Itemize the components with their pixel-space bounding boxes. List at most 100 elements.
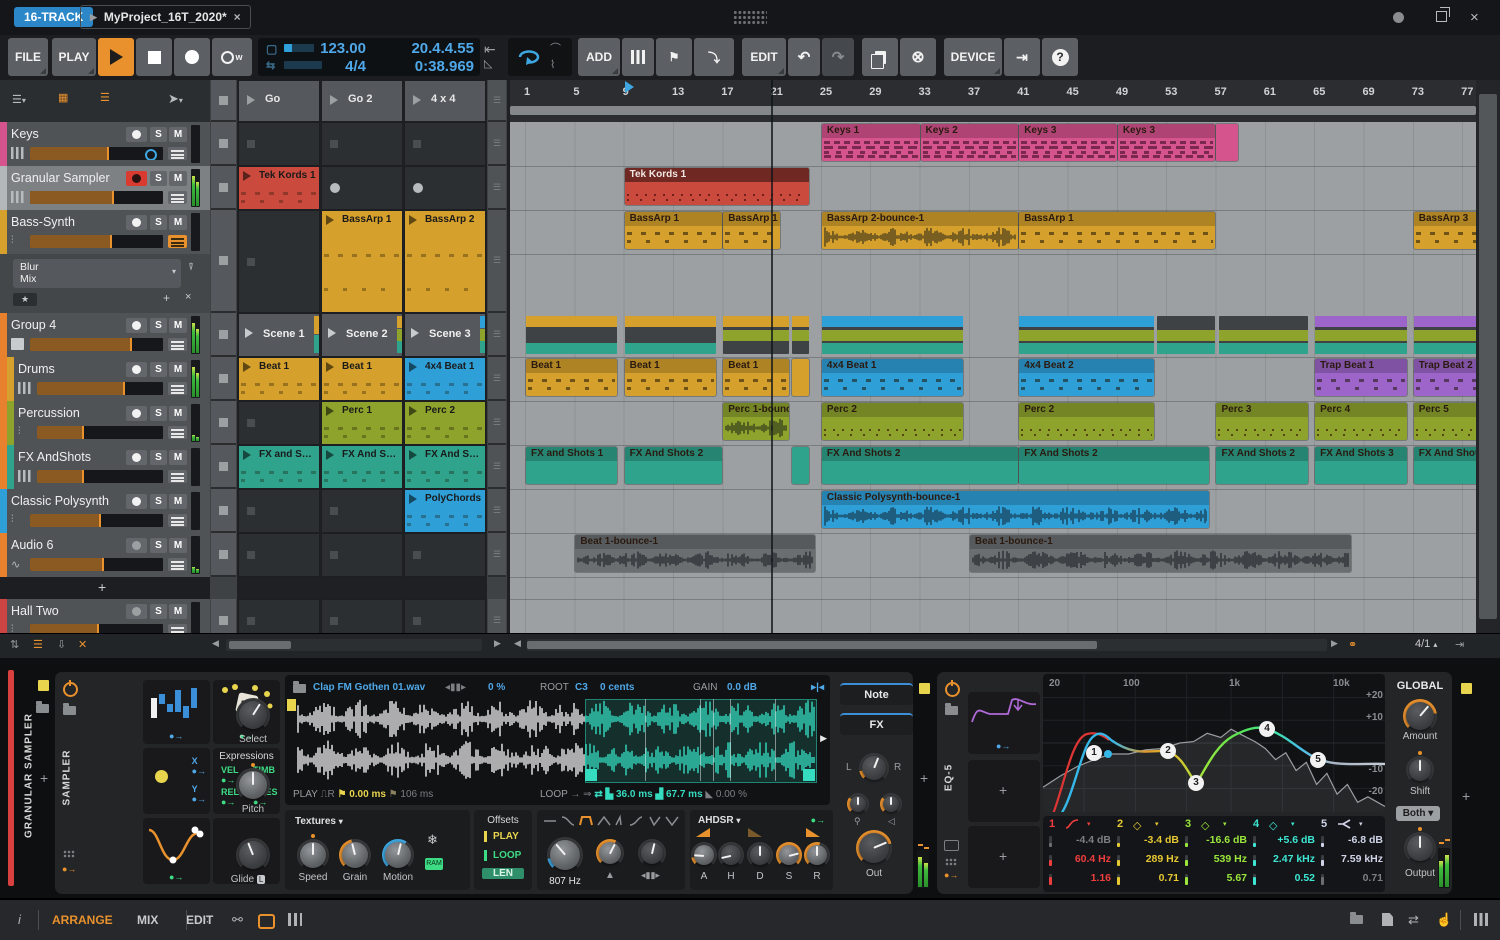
metronome-icon[interactable]: ◺ bbox=[484, 57, 492, 70]
mute-button[interactable]: M bbox=[169, 604, 187, 619]
launcher-slot[interactable] bbox=[238, 210, 320, 313]
track-menu-button[interactable] bbox=[168, 624, 187, 633]
alt-cell[interactable]: ☰ bbox=[488, 210, 506, 313]
arranger-clip[interactable]: 4x4 Beat 2 bbox=[1019, 359, 1154, 396]
band-number-2[interactable]: 2 bbox=[1117, 818, 1123, 830]
launcher-slot[interactable]: BassArp 2 bbox=[404, 210, 486, 313]
eq-add-mod-tile2[interactable]: + bbox=[968, 826, 1040, 888]
spread2-knob[interactable] bbox=[638, 839, 666, 867]
track-header-FX-AndShots[interactable]: FX AndShots S M bbox=[0, 445, 210, 490]
mute-button[interactable]: M bbox=[169, 406, 187, 421]
band-gain-slider[interactable] bbox=[1253, 836, 1256, 847]
arranger-clip[interactable]: Perc 4 bbox=[1315, 403, 1407, 440]
fade-curve-icon[interactable]: ⌒ bbox=[550, 40, 561, 56]
solo-button[interactable]: S bbox=[150, 127, 167, 142]
launcher-slot[interactable]: Beat 1 bbox=[238, 357, 320, 401]
arranger-clip[interactable]: Keys 3 bbox=[1019, 124, 1117, 161]
band-gain-value[interactable]: +5.6 dB bbox=[1261, 834, 1315, 846]
record-arm-button[interactable] bbox=[126, 494, 147, 509]
pointer-tool-icon[interactable]: ➤▾ bbox=[168, 91, 183, 107]
band-q-slider[interactable] bbox=[1253, 874, 1256, 885]
arranger-clip[interactable]: Perc 2 bbox=[821, 403, 963, 440]
scene-play-icon[interactable] bbox=[330, 95, 338, 105]
band-q-value[interactable]: 0.71 bbox=[1125, 872, 1179, 884]
undo-button[interactable]: ↶ bbox=[788, 38, 820, 76]
mod-tile-4[interactable]: ●→ bbox=[143, 818, 210, 884]
launcher-scrollbar-thumb[interactable] bbox=[229, 641, 291, 649]
solo-button[interactable]: S bbox=[150, 604, 167, 619]
volume-fader[interactable] bbox=[30, 624, 163, 633]
dual-display-icon[interactable] bbox=[288, 913, 302, 926]
eq5-preset-icon[interactable] bbox=[945, 703, 958, 715]
arranger-clip[interactable]: Classic Polysynth-bounce-1 bbox=[821, 491, 1210, 528]
band-number-4[interactable]: 4 bbox=[1253, 818, 1259, 830]
arranger-scroll-right-icon[interactable]: ▶ bbox=[1331, 638, 1338, 649]
band-caret[interactable]: ▾ bbox=[1291, 820, 1295, 828]
scale-tool-icon[interactable]: ⁘ bbox=[202, 912, 213, 928]
solo-button[interactable]: S bbox=[150, 538, 167, 553]
clip-stop-cell[interactable] bbox=[211, 445, 236, 489]
launcher-slot[interactable]: Tek Kords 1 bbox=[238, 166, 320, 210]
scene-play-icon[interactable] bbox=[411, 328, 419, 338]
window-close-icon[interactable]: × bbox=[1470, 9, 1479, 26]
mute-button[interactable]: M bbox=[169, 318, 187, 333]
ramp-curve-icon[interactable]: ⌇ bbox=[550, 58, 555, 71]
launcher-slot[interactable] bbox=[321, 489, 403, 533]
pin-icon[interactable]: ⍒ bbox=[188, 262, 194, 273]
offset-play[interactable]: PLAY bbox=[484, 831, 519, 842]
launcher-slot[interactable] bbox=[238, 489, 320, 533]
record-arm-button[interactable] bbox=[126, 362, 147, 377]
scene-play-icon[interactable] bbox=[247, 95, 255, 105]
band-q-slider[interactable] bbox=[1185, 874, 1188, 885]
io-routing-icon[interactable]: ⇅ bbox=[10, 638, 19, 651]
launcher-slot[interactable] bbox=[404, 166, 486, 210]
group-summary-segment[interactable] bbox=[1315, 316, 1407, 354]
arranger-clip[interactable]: Trap Beat 2 bbox=[1413, 359, 1476, 396]
arranger-clip[interactable] bbox=[792, 447, 809, 484]
arranger-clip[interactable]: Perc 3 bbox=[1216, 403, 1308, 440]
arranger-clip[interactable]: BassArp 2-bounce-1 bbox=[821, 212, 1019, 249]
add-instrument-track-button[interactable] bbox=[622, 38, 654, 76]
panel-tab-mix[interactable]: MIX bbox=[137, 913, 158, 927]
arranger-clip[interactable]: Keys 3 bbox=[1117, 124, 1216, 161]
add-track-button[interactable]: + bbox=[98, 579, 106, 595]
timeline-zoom-strip[interactable] bbox=[510, 106, 1476, 115]
eq5-display-toggle-icon[interactable] bbox=[944, 840, 959, 851]
launcher-slot[interactable]: Perc 2 bbox=[404, 401, 486, 445]
clip-stop-cell[interactable] bbox=[211, 210, 236, 313]
stop-clip-dot[interactable] bbox=[413, 183, 423, 193]
launcher-slot[interactable] bbox=[238, 401, 320, 445]
band-q-slider[interactable] bbox=[1117, 874, 1120, 885]
clip-play-icon[interactable] bbox=[326, 362, 334, 372]
launcher-slot[interactable]: BassArp 1 bbox=[321, 210, 403, 313]
freeze-icon[interactable]: ❄ bbox=[427, 832, 438, 848]
scroll-follow-icon[interactable]: ⇩ bbox=[57, 638, 66, 651]
arranger-clip[interactable]: Beat 1 bbox=[723, 359, 789, 396]
inspector-panel-icon[interactable] bbox=[1382, 913, 1393, 926]
volume-fader[interactable] bbox=[30, 558, 163, 571]
clip-play-icon[interactable] bbox=[326, 450, 334, 460]
launcher-scroll-left-icon[interactable]: ◀ bbox=[212, 638, 219, 649]
band-caret[interactable]: ▾ bbox=[1087, 820, 1091, 828]
arranger-clip[interactable]: FX and Shots 1 bbox=[526, 447, 618, 484]
arranger-clip[interactable]: BassArp 3 bbox=[1413, 212, 1476, 249]
touch-panel-icon[interactable]: ☝ bbox=[1436, 912, 1452, 928]
band-freq-value[interactable]: 289 Hz bbox=[1125, 853, 1179, 865]
track-header-Audio-6[interactable]: Audio 6 S M ∿ bbox=[0, 533, 210, 578]
band-type-icon[interactable] bbox=[1337, 818, 1351, 833]
add-menu-button[interactable]: ADD bbox=[578, 38, 620, 76]
arranger-clip[interactable]: FX And Shots 2 bbox=[821, 447, 1019, 484]
time-display[interactable]: 0:38.969 bbox=[376, 58, 474, 75]
play-button[interactable] bbox=[98, 38, 134, 76]
launcher-slot[interactable] bbox=[238, 122, 320, 166]
clip-play-icon[interactable] bbox=[409, 494, 417, 504]
mute-button[interactable]: M bbox=[169, 494, 187, 509]
track-header-Keys[interactable]: Keys S M bbox=[0, 122, 210, 167]
mute-button[interactable]: M bbox=[169, 215, 187, 230]
volume-fader[interactable] bbox=[37, 426, 163, 439]
solo-button[interactable]: S bbox=[150, 362, 167, 377]
launcher-slot[interactable]: Perc 1 bbox=[321, 401, 403, 445]
launcher-slot[interactable]: FX And Shots 2 bbox=[321, 445, 403, 489]
band-type-icon[interactable]: ◇ bbox=[1133, 818, 1141, 832]
scene-play-icon[interactable] bbox=[328, 328, 336, 338]
